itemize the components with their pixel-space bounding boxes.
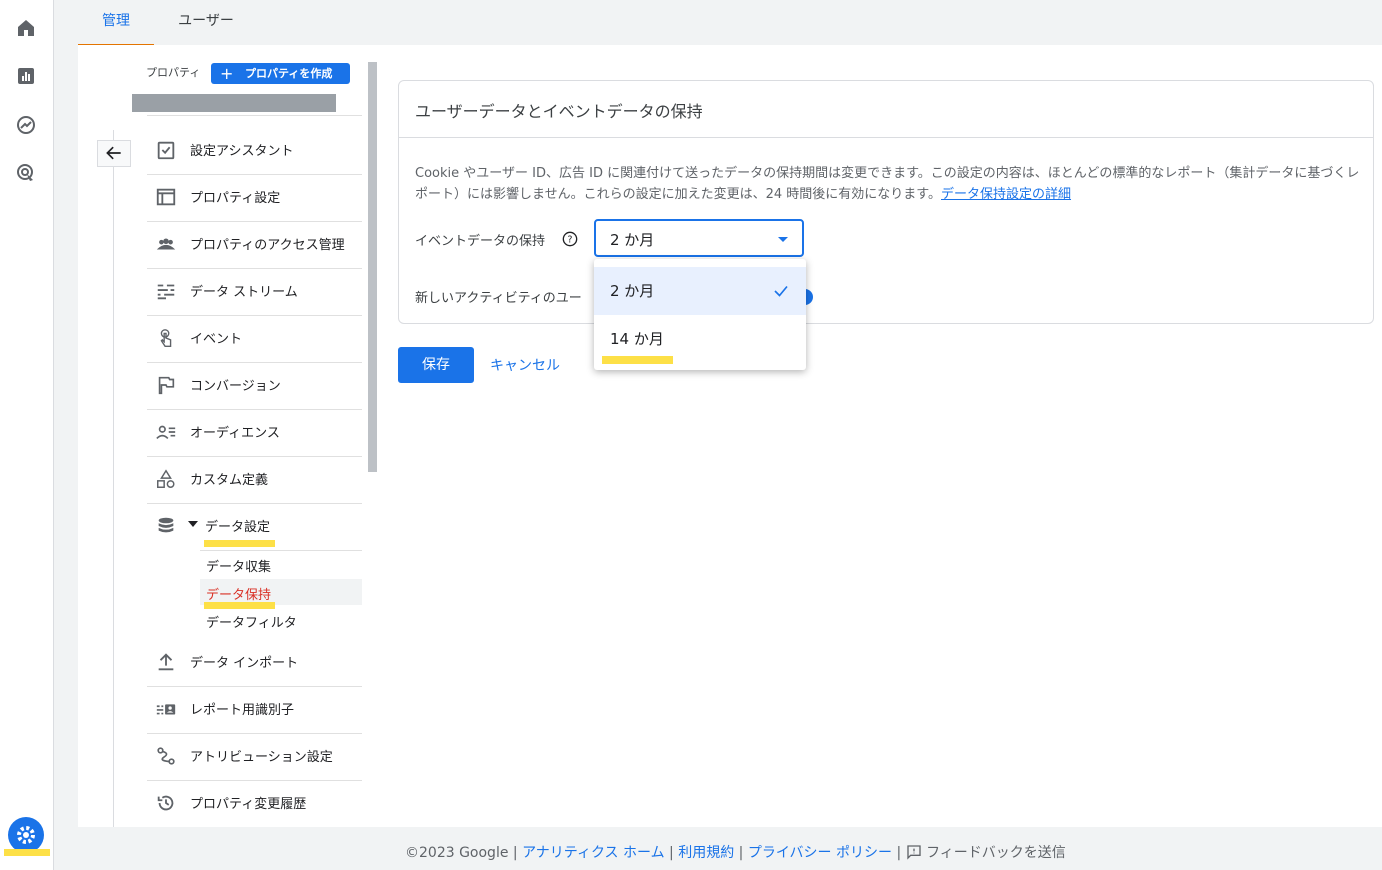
svg-text:?: ? [568,234,573,245]
footer-separator: | [669,845,674,861]
attribution-icon [157,747,175,765]
nav-item-audiences[interactable]: オーディエンス [147,409,362,455]
option-2-months[interactable]: 2 か月 [594,267,806,315]
nav-item-property-settings[interactable]: プロパティ設定 [147,174,362,220]
nav-item-custom-definitions[interactable]: カスタム定義 [147,456,362,502]
footer: ©2023 Google | アナリティクス ホーム | 利用規約 | プライバ… [405,845,1066,861]
caret-down-icon [188,521,198,527]
retention-options-menu: 2 か月 14 か月 [594,259,806,370]
checklist-icon [157,141,175,160]
create-property-button[interactable]: + プロパティを作成 [211,63,350,84]
nav-item-change-history[interactable]: プロパティ変更履歴 [147,780,362,826]
footer-separator: | [738,845,744,861]
layout-icon [156,188,176,206]
top-tabs: 管理 ユーザー [54,0,1382,46]
identity-icon [156,704,176,715]
nav-item-access-management[interactable]: プロパティのアクセス管理 [147,221,362,267]
nav-item-data-streams[interactable]: データ ストリーム [147,268,362,314]
upload-icon [158,653,174,671]
property-label: プロパティ [146,66,201,79]
reset-on-activity-label: 新しいアクティビティのユー [415,291,582,306]
audience-icon [156,425,176,440]
explore-icon[interactable] [14,113,38,137]
event-retention-label: イベントデータの保持 [415,234,546,249]
cancel-button[interactable]: キャンセル [490,355,560,375]
nav-tree-line [113,130,114,827]
nav-item-data-import[interactable]: データ インポート [147,639,362,685]
advertising-icon[interactable] [14,161,38,185]
gear-icon [17,826,35,844]
reports-icon[interactable] [14,64,38,88]
highlight-mark [602,356,673,364]
nav-item-attribution-settings[interactable]: アトリビューション設定 [147,733,362,779]
home-icon[interactable] [14,16,38,40]
card-description: Cookie やユーザー ID、広告 ID に関連付けて送ったデータの保持期間は… [415,166,1360,202]
shapes-icon [157,469,175,488]
feedback-icon [906,845,921,860]
sub-item-data-collection[interactable]: データ収集 [200,551,362,577]
learn-more-link[interactable]: データ保持設定の詳細 [941,187,1071,202]
nav-item-setup-assistant[interactable]: 設定アシスタント [147,127,362,173]
nav-scrollbar[interactable] [368,62,377,472]
footer-separator: | [896,845,902,861]
footer-link-analytics-home[interactable]: アナリティクス ホーム [522,845,665,861]
tab-admin[interactable]: 管理 [78,0,154,46]
property-selector[interactable] [132,94,336,112]
flag-icon [158,376,175,395]
dropdown-caret-icon [778,237,788,242]
highlight-mark [4,849,50,856]
divider [399,137,1373,138]
save-button[interactable]: 保存 [398,347,474,383]
arrow-back-icon [106,146,121,160]
streams-icon [157,284,175,300]
footer-link-terms[interactable]: 利用規約 [678,845,734,861]
touch-icon [160,329,172,347]
event-retention-select[interactable]: 2 か月 [594,219,804,257]
nav-item-reporting-identity[interactable]: レポート用識別子 [147,686,362,732]
feedback-button[interactable]: フィードバックを送信 [906,845,1066,861]
database-icon [158,517,174,533]
sub-item-data-filters[interactable]: データフィルタ [200,607,362,633]
card-title: ユーザーデータとイベントデータの保持 [415,102,703,121]
footer-link-privacy[interactable]: プライバシー ポリシー [748,845,892,861]
help-icon[interactable]: ? [562,231,578,247]
tab-user[interactable]: ユーザー [166,0,246,44]
plus-icon: + [220,64,234,83]
highlight-mark [204,540,275,547]
admin-gear-button[interactable] [8,817,44,853]
nav-item-conversions[interactable]: コンバージョン [147,362,362,408]
left-rail [0,0,54,870]
nav-item-events[interactable]: イベント [147,315,362,361]
footer-separator: | [512,845,518,861]
back-button[interactable] [97,140,131,167]
people-icon [156,238,176,250]
divider [147,115,362,116]
history-icon [157,795,174,811]
check-icon [774,285,788,297]
